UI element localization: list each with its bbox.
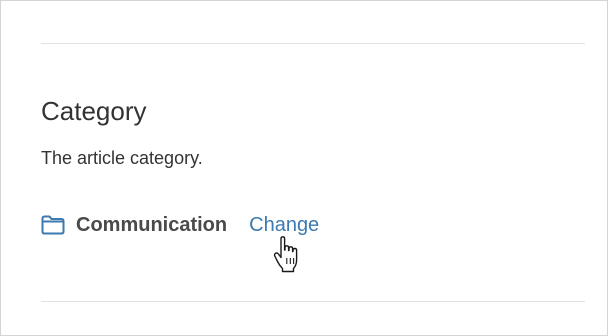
panel: Category The article category. Communica…	[0, 0, 608, 336]
bottom-divider	[41, 301, 585, 302]
hand-pointer-icon	[272, 236, 304, 274]
top-divider	[41, 43, 585, 44]
section-heading: Category	[41, 96, 147, 126]
category-name: Communication	[76, 213, 228, 236]
change-link[interactable]: Change	[249, 214, 319, 237]
folder-icon	[41, 214, 67, 236]
section-description: The article category.	[41, 148, 203, 168]
